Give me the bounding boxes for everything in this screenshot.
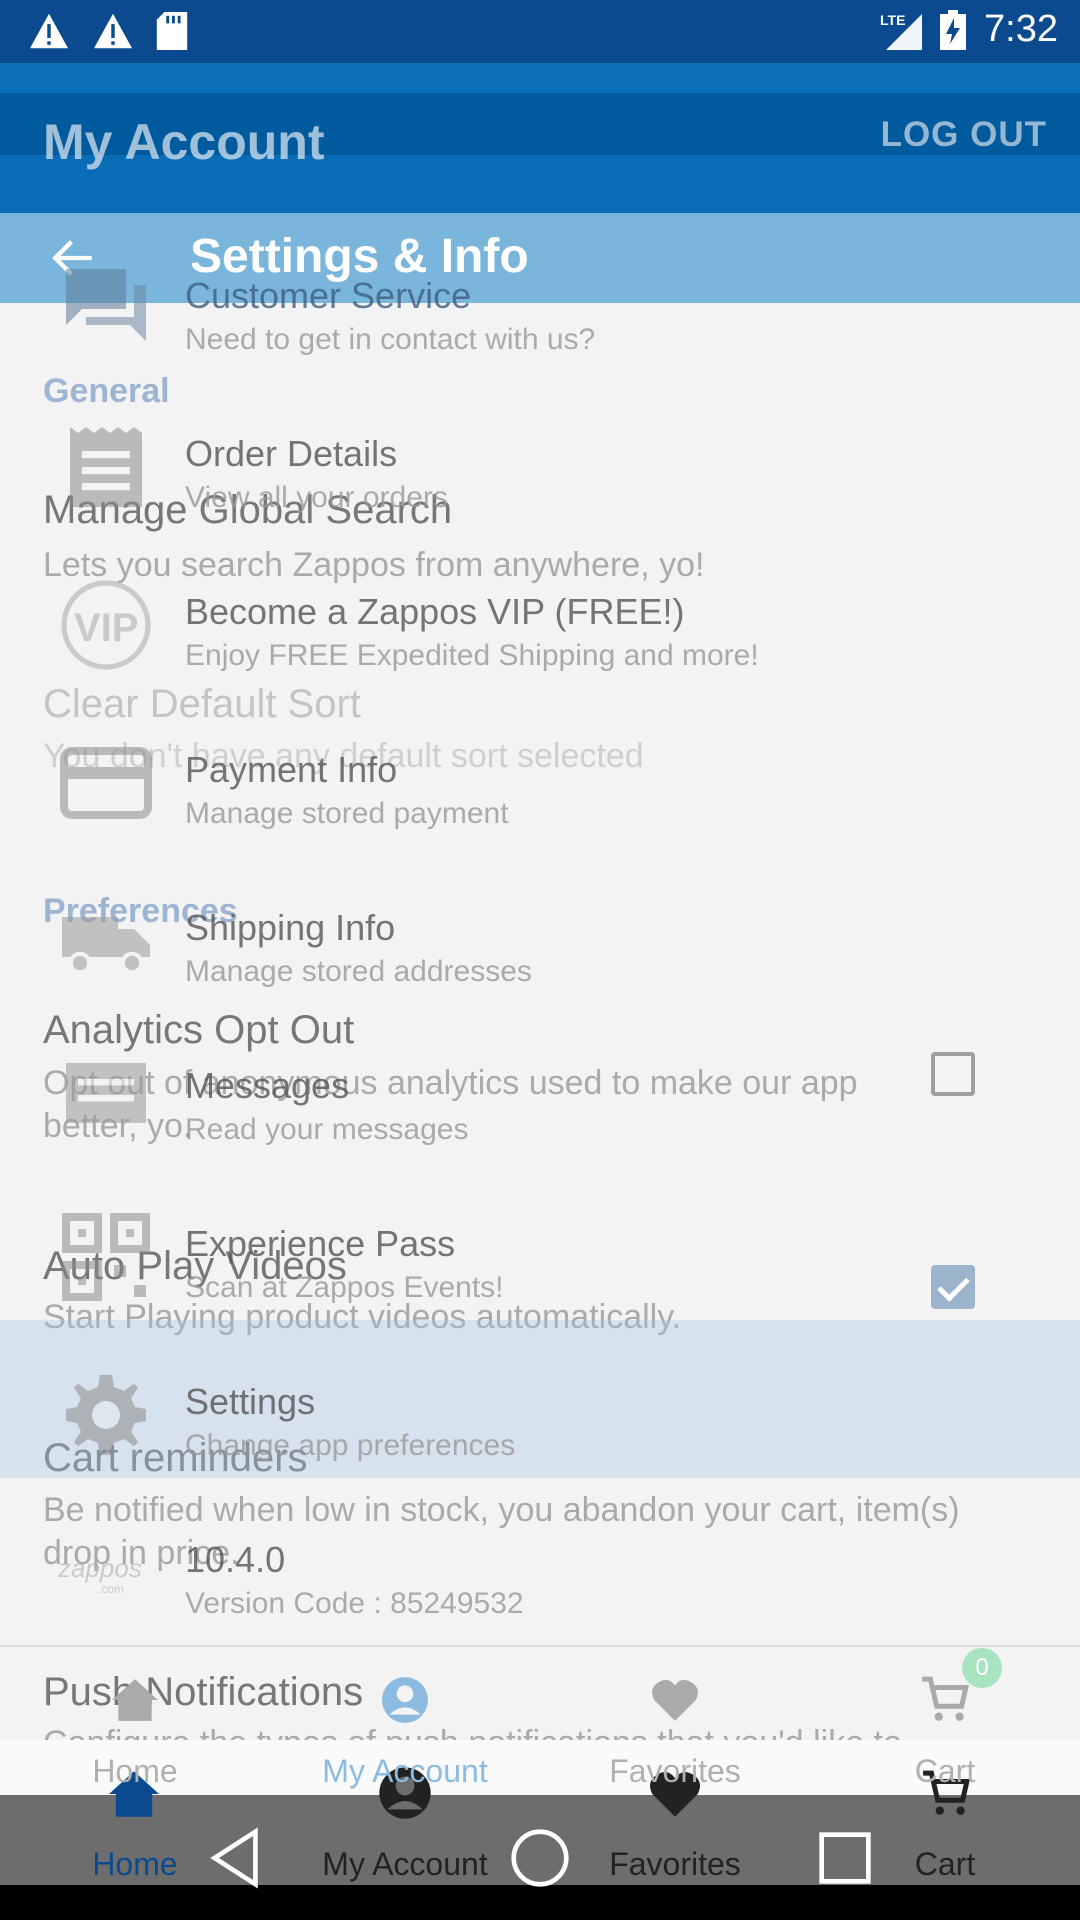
nav-cart[interactable]: Cart: [810, 1645, 1080, 1795]
row-experience-pass[interactable]: Experience Pass Scan at Zappos Events!: [0, 1203, 1080, 1361]
home-icon: [112, 1679, 158, 1721]
clock: 7:32: [984, 8, 1058, 50]
nav-my-account[interactable]: My Account: [270, 1645, 540, 1795]
gear-icon: [66, 1375, 146, 1455]
qr-code-icon: [62, 1213, 150, 1301]
system-nav-buttons: [0, 1795, 1080, 1920]
back-nav-icon[interactable]: [200, 1823, 270, 1893]
message-icon: [66, 1063, 146, 1123]
chat-icon: [66, 269, 146, 341]
truck-icon: [62, 917, 150, 975]
battery-charging-icon: [940, 9, 967, 50]
svg-text:zappos: zappos: [58, 1553, 142, 1583]
account-icon: [382, 1677, 428, 1723]
status-bar: LTE 7:32: [0, 0, 1080, 63]
svg-text:VIP: VIP: [74, 606, 138, 650]
row-messages[interactable]: Messages Read your messages: [0, 1045, 1080, 1203]
row-shipping-info[interactable]: Shipping Info Manage stored addresses: [0, 887, 1080, 1045]
heart-icon: [652, 1679, 698, 1721]
row-customer-service[interactable]: Customer Service Need to get in contact …: [0, 255, 1080, 413]
nav-favorites[interactable]: Favorites: [540, 1645, 810, 1795]
row-payment-info[interactable]: Payment Info Manage stored payment: [0, 729, 1080, 887]
recents-nav-icon[interactable]: [810, 1823, 880, 1893]
warning-icon: [94, 13, 132, 49]
svg-text:.com: .com: [98, 1582, 124, 1596]
settings-bottom-nav: Home My Account Favorites Cart: [0, 1645, 1080, 1795]
warning-icon: [30, 13, 68, 49]
nav-home[interactable]: Home: [0, 1645, 270, 1795]
cart-count-badge: 0: [962, 1648, 1002, 1688]
vip-icon: VIP: [61, 580, 151, 670]
credit-card-icon: [60, 747, 152, 819]
zappos-logo-icon: zappos.com: [58, 1553, 142, 1596]
cart-icon: [922, 1676, 969, 1721]
settings-info-screen: Settings & Info Customer Service Need to…: [0, 0, 1080, 1920]
row-order-details[interactable]: Order Details View all your orders: [0, 413, 1080, 571]
row-settings[interactable]: Settings Change app preferences: [0, 1361, 1080, 1519]
row-become-vip[interactable]: VIP Become a Zappos VIP (FREE!) Enjoy FR…: [0, 571, 1080, 729]
sd-card-icon: [156, 12, 188, 50]
signal-icon: LTE: [880, 10, 923, 50]
receipt-icon: [70, 427, 142, 507]
home-nav-icon[interactable]: [505, 1823, 575, 1893]
